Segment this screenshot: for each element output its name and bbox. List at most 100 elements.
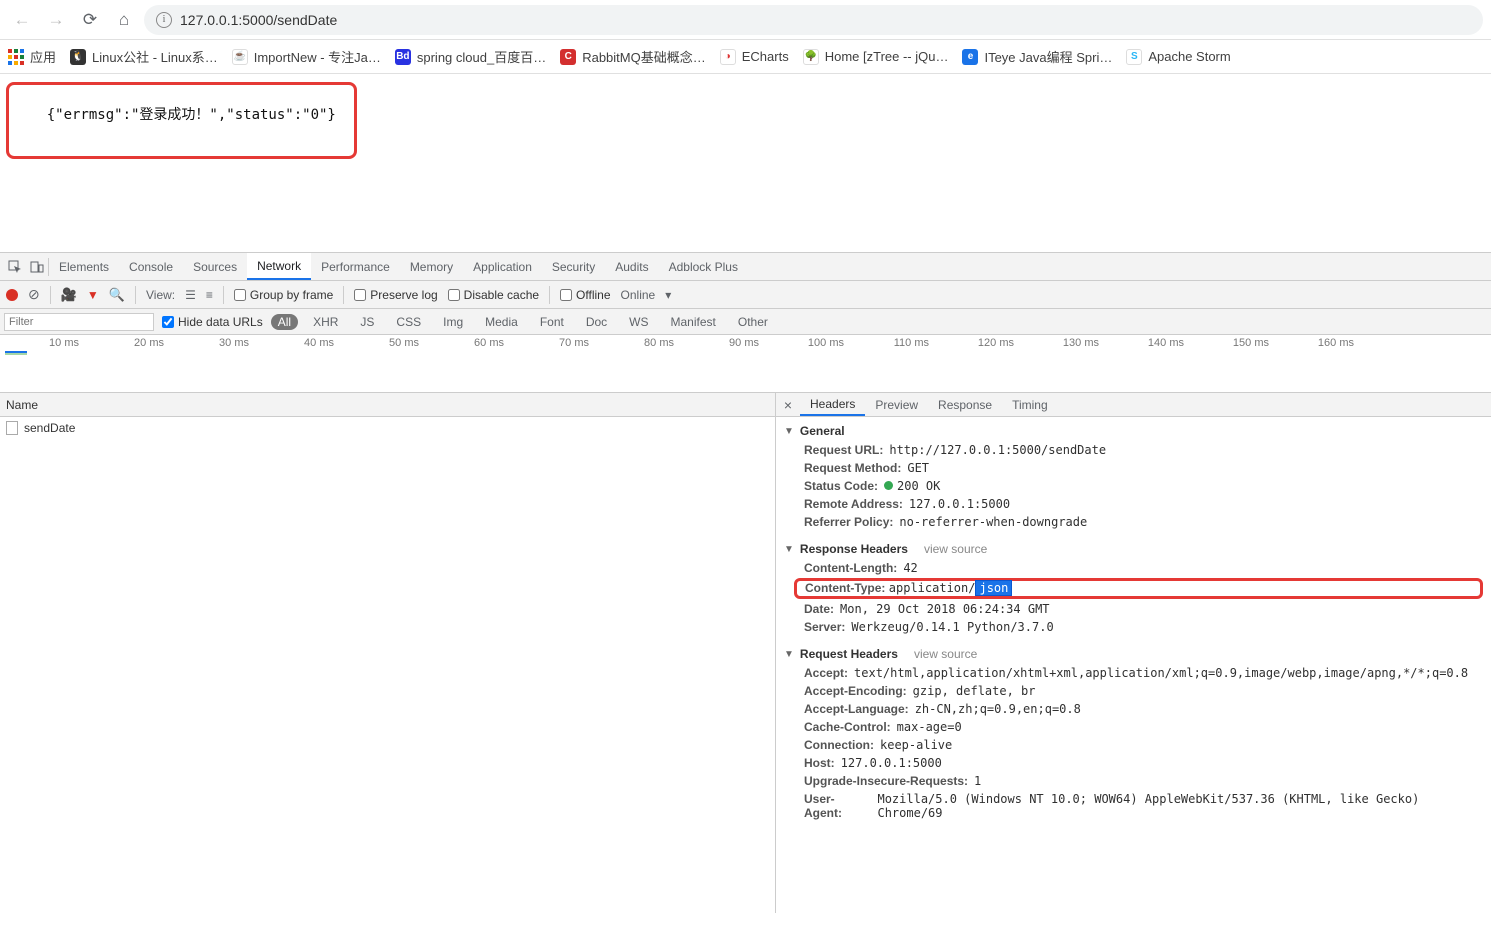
address-bar[interactable]: i (144, 5, 1483, 35)
close-details-button[interactable]: × (776, 397, 800, 413)
tl-tick: 120 ms (935, 337, 1020, 349)
tl-tick: 10 ms (0, 337, 85, 349)
tab-headers[interactable]: Headers (800, 393, 865, 416)
view-source-link[interactable]: view source (924, 542, 987, 556)
v: no-referrer-when-downgrade (899, 515, 1087, 529)
forward-button[interactable]: → (42, 6, 70, 34)
v: GET (907, 461, 929, 475)
browser-nav: ← → ⟳ ⌂ i (0, 0, 1491, 40)
filter-input[interactable] (4, 313, 154, 331)
filter-doc[interactable]: Doc (579, 314, 614, 330)
tab-network[interactable]: Network (247, 253, 311, 280)
tab-memory[interactable]: Memory (400, 253, 463, 280)
address-input[interactable] (180, 12, 1471, 28)
inspect-button[interactable] (4, 256, 26, 278)
bookmark-springcloud[interactable]: Bd spring cloud_百度百… (395, 47, 546, 66)
network-filter-row: Hide data URLs All XHR JS CSS Img Media … (0, 309, 1491, 335)
section-response-headers[interactable]: ▼ Response Headers view source (776, 539, 1491, 559)
tab-adblock[interactable]: Adblock Plus (659, 253, 748, 280)
site-info-icon[interactable]: i (156, 12, 172, 28)
bookmark-ztree[interactable]: 🌳 Home [zTree -- jQu… (803, 49, 949, 65)
bookmark-storm[interactable]: S Apache Storm (1126, 49, 1230, 65)
k: Server: (804, 620, 845, 634)
k: Connection: (804, 738, 874, 752)
kv-user-agent: User-Agent:Mozilla/5.0 (Windows NT 10.0;… (776, 790, 1491, 822)
filter-all[interactable]: All (271, 314, 298, 330)
group-by-frame-checkbox[interactable]: Group by frame (234, 288, 333, 302)
view-source-link[interactable]: view source (914, 647, 977, 661)
tab-sources[interactable]: Sources (183, 253, 247, 280)
filter-other[interactable]: Other (731, 314, 775, 330)
reload-button[interactable]: ⟳ (76, 6, 104, 34)
request-row[interactable]: sendDate (0, 417, 775, 439)
bookmark-rabbitmq[interactable]: C RabbitMQ基础概念… (560, 47, 706, 66)
section-general[interactable]: ▼ General (776, 421, 1491, 441)
v: Mozilla/5.0 (Windows NT 10.0; WOW64) App… (877, 792, 1481, 820)
bookmarks-bar: 应用 🐧 Linux公社 - Linux系… ☕ ImportNew - 专注J… (0, 40, 1491, 74)
tab-timing[interactable]: Timing (1002, 393, 1058, 416)
kv-server: Server: Werkzeug/0.14.1 Python/3.7.0 (776, 618, 1491, 636)
filter-manifest[interactable]: Manifest (664, 314, 723, 330)
capture-screenshots-button[interactable]: 🎥 (61, 287, 77, 303)
back-button[interactable]: ← (8, 6, 36, 34)
preserve-log-checkbox[interactable]: Preserve log (354, 288, 437, 302)
network-timeline[interactable]: 10 ms 20 ms 30 ms 40 ms 50 ms 60 ms 70 m… (0, 335, 1491, 393)
tab-response[interactable]: Response (928, 393, 1002, 416)
section-request-headers[interactable]: ▼ Request Headers view source (776, 644, 1491, 664)
apps-shortcut[interactable]: 应用 (8, 47, 56, 66)
filter-toggle[interactable]: ▼ (87, 288, 99, 302)
apps-label: 应用 (30, 47, 56, 66)
tl-tick: 20 ms (85, 337, 170, 349)
tl-tick: 40 ms (255, 337, 340, 349)
filter-css[interactable]: CSS (389, 314, 428, 330)
favicon-linux-icon: 🐧 (70, 49, 86, 65)
clear-button[interactable]: ⊘ (28, 286, 40, 303)
tab-security[interactable]: Security (542, 253, 605, 280)
tab-performance[interactable]: Performance (311, 253, 400, 280)
caret-down-icon: ▼ (784, 544, 794, 555)
kv-date: Date:Mon, 29 Oct 2018 06:24:34 GMT (776, 600, 1491, 618)
kv-connection: Connection:keep-alive (776, 736, 1491, 754)
bookmark-iteye[interactable]: e ITeye Java编程 Spri… (962, 47, 1112, 66)
section-title: Request Headers (800, 647, 898, 661)
kv-accept-encoding: Accept-Encoding:gzip, deflate, br (776, 682, 1491, 700)
v: Werkzeug/0.14.1 Python/3.7.0 (851, 620, 1053, 634)
filter-xhr[interactable]: XHR (306, 314, 345, 330)
filter-js[interactable]: JS (353, 314, 381, 330)
bookmark-linux[interactable]: 🐧 Linux公社 - Linux系… (70, 47, 218, 66)
bookmark-echarts[interactable]: ◑ ECharts (720, 49, 789, 65)
tl-tick: 50 ms (340, 337, 425, 349)
tl-tick: 90 ms (680, 337, 765, 349)
large-rows-button[interactable]: ☰ (185, 288, 196, 302)
filter-media[interactable]: Media (478, 314, 525, 330)
online-select[interactable]: Online ▾ (621, 288, 672, 302)
tab-preview[interactable]: Preview (865, 393, 928, 416)
hide-data-urls-checkbox[interactable]: Hide data URLs (162, 315, 263, 329)
status-text: 200 OK (897, 479, 940, 493)
device-toggle[interactable] (26, 256, 48, 278)
tl-tick: 160 ms (1275, 337, 1360, 349)
tab-audits[interactable]: Audits (605, 253, 658, 280)
tab-console[interactable]: Console (119, 253, 183, 280)
tab-elements[interactable]: Elements (49, 253, 119, 280)
tab-application[interactable]: Application (463, 253, 542, 280)
record-button[interactable] (6, 289, 18, 301)
filter-ws[interactable]: WS (622, 314, 655, 330)
content-type-highlight: Content-Type: application/json (794, 578, 1483, 599)
home-button[interactable]: ⌂ (110, 6, 138, 34)
network-lower: Name sendDate × Headers Preview Response… (0, 393, 1491, 913)
k: Accept: (804, 666, 848, 680)
k: User-Agent: (804, 792, 871, 820)
filter-img[interactable]: Img (436, 314, 470, 330)
search-button[interactable]: 🔍 (109, 287, 125, 303)
k: Accept-Encoding: (804, 684, 907, 698)
view-waterfall-button[interactable]: ≡ (206, 288, 213, 302)
disable-cache-checkbox[interactable]: Disable cache (448, 288, 539, 302)
filter-font[interactable]: Font (533, 314, 571, 330)
requests-header-name[interactable]: Name (0, 393, 775, 417)
bookmark-importnew[interactable]: ☕ ImportNew - 专注Ja… (232, 47, 381, 66)
k: Accept-Language: (804, 702, 909, 716)
tl-tick: 150 ms (1190, 337, 1275, 349)
favicon-iteye-icon: e (962, 49, 978, 65)
offline-checkbox[interactable]: Offline (560, 288, 610, 302)
